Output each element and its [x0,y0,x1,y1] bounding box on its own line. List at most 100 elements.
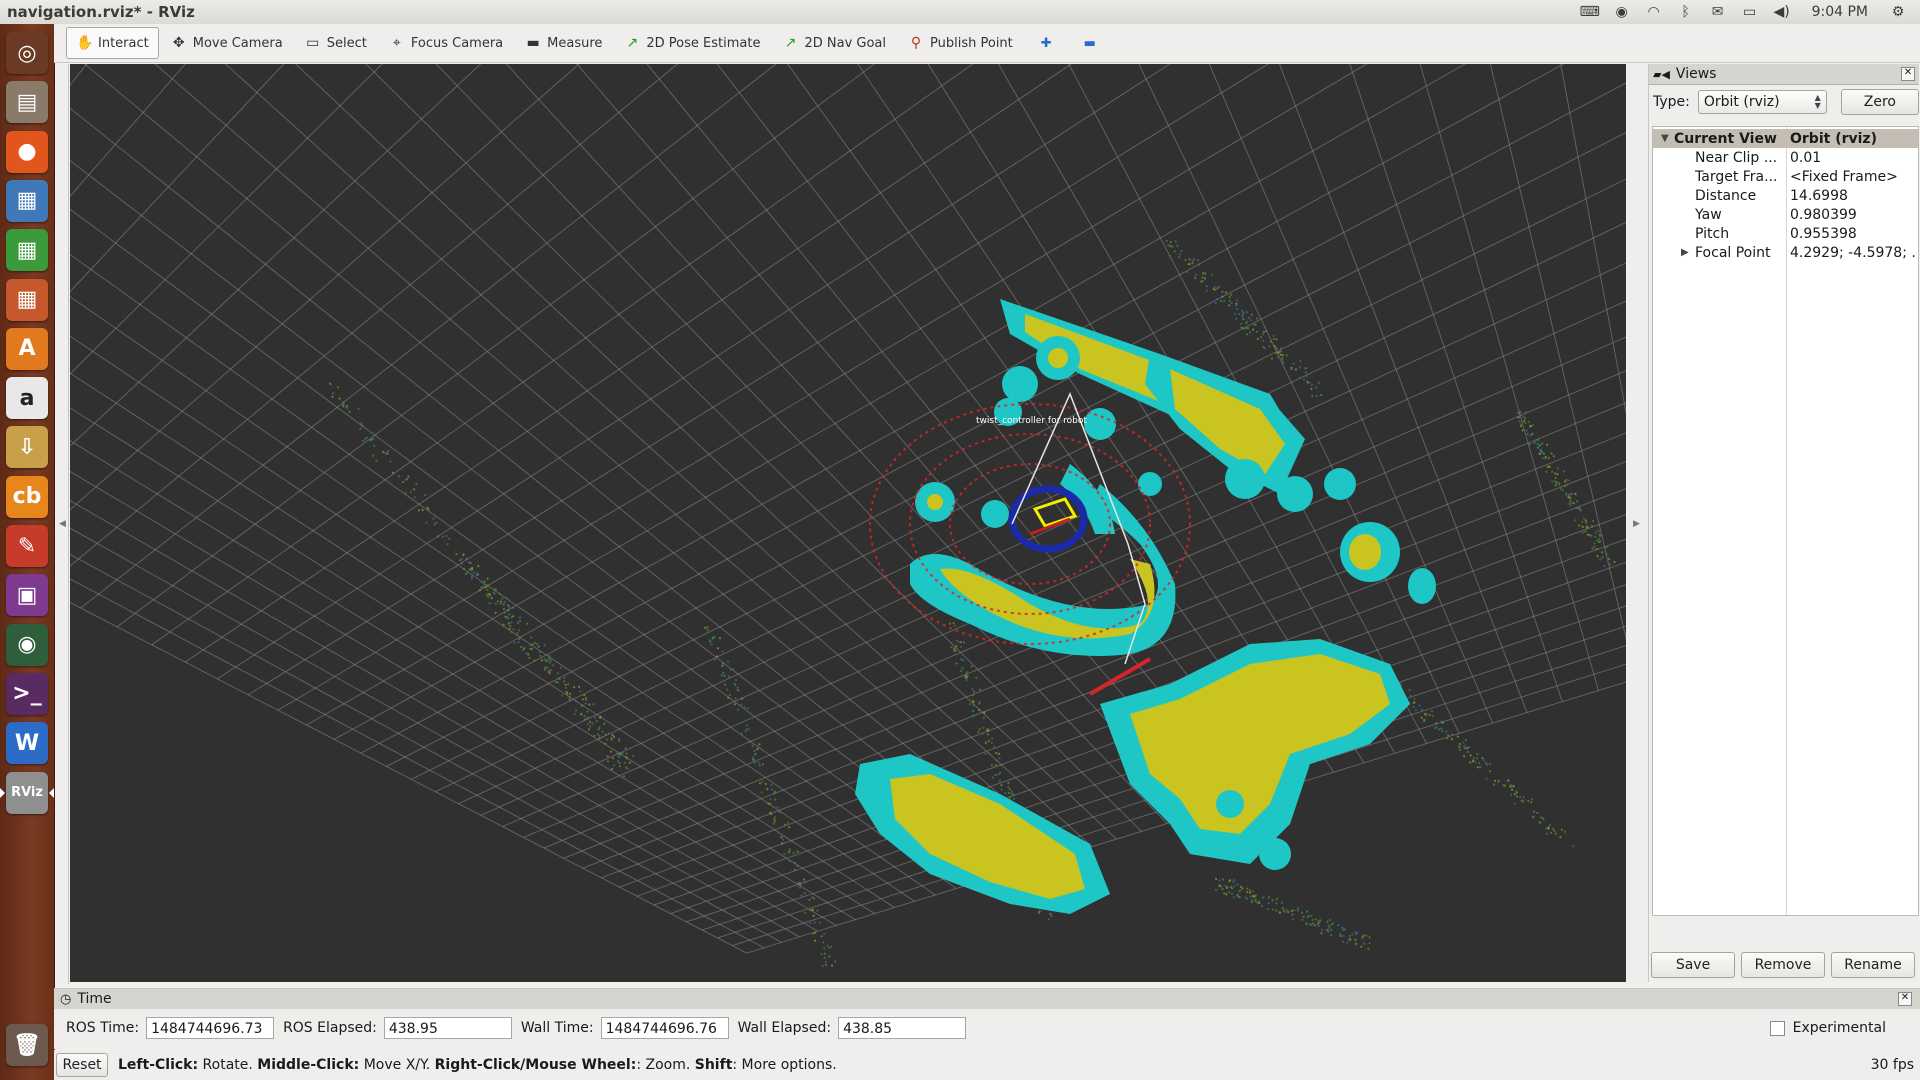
launcher-calc-icon[interactable]: ▦ [6,229,48,272]
launcher-dash-home-icon[interactable]: ◎ [6,32,48,74]
reset-button[interactable]: Reset [56,1053,108,1077]
launcher-rviz-icon[interactable]: RViz [0,771,54,814]
save-view-button[interactable]: Save [1651,952,1735,978]
grid-line [435,64,1168,824]
view-type-select[interactable]: Orbit (rviz) ▲ ▼ [1697,90,1827,114]
laser-point [1228,295,1231,299]
remove-tool-icon[interactable]: ▬ [1074,27,1106,59]
laser-point [502,603,505,606]
laser-point [563,680,566,683]
experimental-toggle[interactable]: Experimental [1769,1020,1886,1036]
2d-nav-goal-tool-button[interactable]: ↗ 2D Nav Goal [772,27,896,59]
add-tool-icon[interactable]: ✚ [1031,27,1062,59]
laser-point [417,509,420,512]
tree-row-distance[interactable]: Distance 14.6998 [1653,186,1918,205]
laser-point [1438,728,1441,731]
move-camera-tool-button[interactable]: ✥ Move Camera [161,27,293,59]
laser-point [1232,881,1235,884]
collapse-left-icon[interactable]: ◀ [59,519,66,529]
launcher-software-center-icon[interactable]: A [6,327,48,370]
volume-icon[interactable]: ◀) [1772,4,1792,20]
clock[interactable]: 9:04 PM [1812,4,1868,20]
launcher-terminal-icon[interactable]: >_ [6,672,48,715]
ros-time-field[interactable]: 1484744696.73 [146,1017,275,1039]
tree-row-pitch[interactable]: Pitch 0.955398 [1653,224,1918,243]
wall-elapsed-field[interactable]: 438.85 [838,1017,967,1039]
laser-point [1450,738,1453,741]
publish-point-tool-button[interactable]: ⚲ Publish Point [898,27,1023,59]
interact-tool-button[interactable]: ✋ Interact [66,27,159,59]
laser-point [1412,705,1415,709]
right-dock-splitter[interactable]: ▶ [1627,64,1647,984]
remove-view-button[interactable]: Remove [1741,952,1825,978]
bluetooth-icon[interactable]: ᛒ [1676,4,1696,20]
property-value[interactable]: 0.01 [1790,150,1916,166]
laser-point [1295,368,1298,371]
mail-icon[interactable]: ✉ [1708,4,1728,20]
laser-point [1272,334,1275,337]
launcher-files-icon[interactable]: ▤ [6,81,48,124]
laser-point [409,490,412,493]
laser-point [997,773,1000,776]
laser-point [1360,945,1363,948]
left-dock-splitter[interactable]: ◀ [56,64,69,984]
wifi-icon[interactable]: ◠ [1644,4,1664,20]
laser-point [628,761,631,764]
measure-tool-button[interactable]: ▬ Measure [515,27,612,59]
wall-time-field[interactable]: 1484744696.76 [600,1017,729,1039]
view-properties-tree[interactable]: ▼ Current View Orbit (rviz) Near Clip ..… [1652,126,1919,916]
close-icon[interactable]: ✕ [1898,992,1912,1006]
zero-button[interactable]: Zero [1840,89,1919,115]
property-value[interactable]: 0.955398 [1790,226,1916,242]
launcher-disc-burner-icon[interactable]: cb [6,475,48,518]
launcher-webcam-icon[interactable]: ◉ [6,623,48,666]
select-tool-button[interactable]: ▭ Select [295,27,377,59]
launcher-screenshot-icon[interactable]: ▣ [6,574,48,617]
property-value[interactable]: <Fixed Frame> [1790,169,1916,185]
laser-point [1545,832,1548,835]
tree-row-near-clip[interactable]: Near Clip ... 0.01 [1653,148,1918,167]
rename-view-button[interactable]: Rename [1831,952,1915,978]
laser-point [437,535,440,538]
property-value[interactable]: 4.2929; -4.5978; ... [1790,245,1916,261]
laser-point [1246,326,1249,329]
collapse-right-icon[interactable]: ▶ [1633,519,1640,529]
launcher-system-settings-icon[interactable]: ✎ [6,525,48,567]
3d-scene[interactable]: twist_controller for robot [70,64,1626,982]
launcher-impress-icon[interactable]: ▦ [6,278,48,321]
laser-point [1241,887,1244,890]
experimental-checkbox[interactable] [1769,1020,1785,1036]
expand-right-icon[interactable]: ▶ [1681,247,1689,258]
laser-point [329,383,332,386]
launcher-amazon-icon[interactable]: a [6,377,48,420]
laser-point [516,621,520,625]
laser-point [1291,918,1294,921]
interact-icon: ✋ [76,35,94,51]
keyboard-icon[interactable]: ⌨ [1580,4,1600,20]
property-value[interactable]: 14.6998 [1790,188,1916,204]
settings-gear-icon[interactable]: ⚙ [1888,4,1908,20]
tree-row-focal-point[interactable]: ▶ Focal Point 4.2929; -4.5978; ... [1653,243,1918,262]
tree-row-yaw[interactable]: Yaw 0.980399 [1653,205,1918,224]
launcher-firefox-icon[interactable]: ● [6,130,48,173]
launcher-trash-icon[interactable]: 🗑 [6,1024,48,1066]
launcher-writer-icon[interactable]: ▦ [6,179,48,222]
laser-point [1319,919,1322,922]
laser-point [1253,895,1256,898]
3d-render-viewport[interactable]: twist_controller for robot [70,64,1626,982]
tree-row-target-fra[interactable]: Target Fra... <Fixed Frame> [1653,167,1918,186]
laser-point [1167,244,1170,247]
close-icon[interactable]: ✕ [1901,67,1915,81]
laser-point [1299,360,1302,363]
property-value[interactable]: 0.980399 [1790,207,1916,223]
launcher-archive-icon[interactable]: ⇩ [6,426,48,469]
chrome-icon[interactable]: ◉ [1612,4,1632,20]
tree-row-current-view[interactable]: ▼ Current View Orbit (rviz) [1653,129,1918,148]
ros-elapsed-field[interactable]: 438.95 [383,1017,512,1039]
expand-down-icon[interactable]: ▼ [1661,133,1669,144]
laser-point [952,649,955,652]
focus-camera-tool-button[interactable]: ⌖ Focus Camera [379,27,513,59]
2d-pose-estimate-tool-button[interactable]: ↗ 2D Pose Estimate [614,27,770,59]
battery-icon[interactable]: ▭ [1740,4,1760,20]
launcher-wps-writer-icon[interactable]: W [6,722,48,765]
